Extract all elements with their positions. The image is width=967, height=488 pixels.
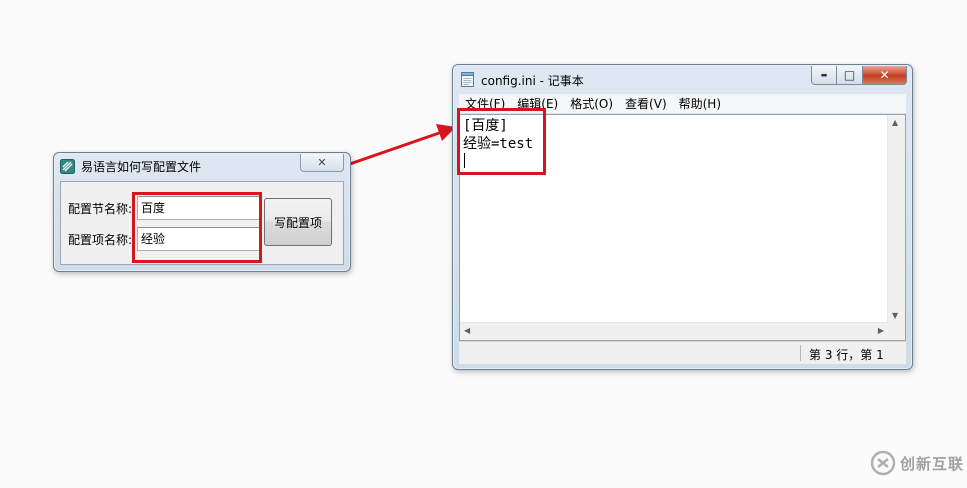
watermark: 创新互联	[870, 450, 964, 476]
scroll-up-icon[interactable]: ▲	[892, 118, 898, 127]
minimize-icon: ▬	[820, 71, 828, 79]
watermark-text: 创新互联	[900, 454, 965, 473]
dialog-close-button[interactable]: ✕	[300, 154, 344, 172]
scroll-right-icon[interactable]: ▶	[878, 326, 884, 335]
vertical-scrollbar[interactable]: ▲ ▼	[887, 115, 905, 323]
notepad-titlebar[interactable]: config.ini - 记事本 ▬ □ ✕	[453, 65, 912, 93]
maximize-button[interactable]: □	[837, 66, 863, 85]
close-icon: ✕	[879, 68, 890, 82]
close-button[interactable]: ✕	[863, 66, 907, 85]
scroll-down-icon[interactable]: ▼	[892, 311, 898, 320]
close-icon: ✕	[317, 156, 327, 169]
dialog-title: 易语言如何写配置文件	[81, 160, 202, 174]
menu-view[interactable]: 查看(V)	[619, 95, 673, 112]
app-icon	[60, 159, 75, 174]
notepad-icon	[461, 72, 474, 87]
scroll-left-icon[interactable]: ◀	[464, 326, 470, 335]
status-separator	[800, 345, 801, 361]
notepad-title: config.ini - 记事本	[481, 74, 584, 88]
write-config-button[interactable]: 写配置项	[264, 198, 332, 246]
maximize-icon: □	[843, 68, 856, 82]
item-name-label: 配置项名称:	[68, 233, 133, 247]
annotation-content-highlight	[457, 108, 546, 175]
section-name-label: 配置节名称:	[68, 202, 133, 216]
watermark-logo-icon	[870, 450, 896, 476]
status-bar: 第 3 行，第 1	[459, 341, 906, 364]
status-line-col: 第 3 行，第 1	[809, 348, 884, 362]
horizontal-scrollbar[interactable]: ◀ ▶	[460, 322, 888, 340]
dialog-titlebar[interactable]: 易语言如何写配置文件 ✕	[54, 153, 350, 181]
annotation-inputs-highlight	[132, 192, 262, 263]
menu-help[interactable]: 帮助(H)	[673, 95, 727, 112]
scroll-corner	[888, 323, 905, 340]
menu-format[interactable]: 格式(O)	[564, 95, 619, 112]
minimize-button[interactable]: ▬	[811, 66, 837, 85]
caption-buttons: ▬ □ ✕	[811, 66, 907, 85]
